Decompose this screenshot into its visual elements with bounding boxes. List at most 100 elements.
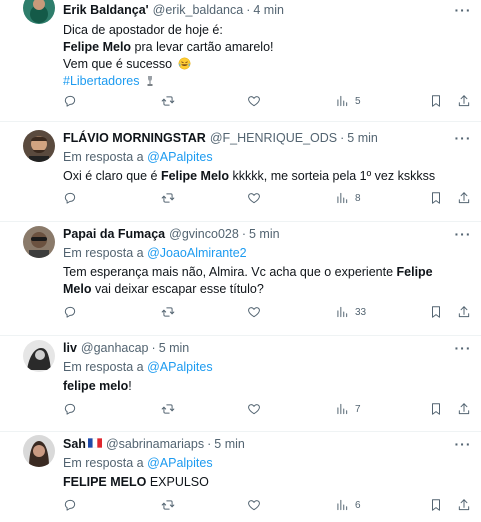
reply-icon	[63, 305, 77, 319]
reply-prefix: Em resposta a	[63, 360, 144, 374]
more-icon[interactable]: ···	[453, 227, 473, 244]
user-handle[interactable]: @gvinco028	[169, 226, 239, 242]
bookmark-button[interactable]	[429, 303, 443, 321]
reply-handle-link[interactable]: @JoaoAlmirante2	[147, 246, 247, 260]
reply-handle-link[interactable]: @APalpites	[147, 456, 213, 470]
views-button[interactable]: 8	[335, 189, 361, 207]
user-handle[interactable]: @F_HENRIQUE_ODS	[210, 130, 337, 146]
avatar[interactable]	[23, 226, 55, 258]
separator-dot: ·	[340, 131, 345, 145]
reply-prefix: Em resposta a	[63, 456, 144, 470]
reply-button[interactable]	[63, 400, 77, 418]
tweet-text-after: vai deixar escapar esse título?	[91, 282, 264, 296]
bold-mention: Felipe Melo	[63, 40, 132, 54]
like-button[interactable]	[247, 92, 261, 110]
tweet-actions: 8	[63, 189, 481, 207]
views-button[interactable]: 7	[335, 400, 361, 418]
retweet-button[interactable]	[161, 189, 175, 207]
views-button[interactable]: 33	[335, 303, 366, 321]
share-button[interactable]	[457, 496, 471, 514]
tweet[interactable]: liv @ganhacap · 5 min Em resposta a @APa…	[0, 336, 481, 432]
tweet-line: Dica de apostador de hoje é:	[63, 23, 223, 37]
like-button[interactable]	[247, 189, 261, 207]
bookmark-button[interactable]	[429, 400, 443, 418]
bookmark-icon	[429, 402, 443, 416]
reply-button[interactable]	[63, 496, 77, 514]
tweet-line-text: pra levar cartão amarelo!	[131, 40, 274, 54]
separator-dot: ·	[207, 437, 212, 451]
retweet-button[interactable]	[161, 400, 175, 418]
like-button[interactable]	[247, 496, 261, 514]
views-count: 8	[355, 192, 361, 204]
share-icon	[457, 94, 471, 108]
tweet-line: #Libertadores	[63, 73, 471, 90]
tweet-actions: 7	[63, 400, 481, 418]
tweet[interactable]: Erik Baldança' @erik_baldanca · 4 min Di…	[0, 0, 481, 122]
tweet[interactable]: Sah @sabrinamariaps · 5 min Em resposta …	[0, 432, 481, 522]
tweet-text-after: EXPULSO	[146, 475, 209, 489]
tweet-line: Vem que é sucesso	[63, 56, 471, 73]
reply-context: Em resposta a @APalpites	[63, 455, 471, 471]
tweet-actions: 5	[63, 92, 481, 110]
avatar[interactable]	[23, 130, 55, 162]
reply-button[interactable]	[63, 303, 77, 321]
display-name[interactable]: Papai da Fumaça	[63, 226, 165, 242]
bookmark-button[interactable]	[429, 92, 443, 110]
user-handle[interactable]: @ganhacap	[81, 340, 149, 356]
share-button[interactable]	[457, 400, 471, 418]
reply-handle-link[interactable]: @APalpites	[147, 150, 213, 164]
retweet-button[interactable]	[161, 303, 175, 321]
like-icon	[247, 94, 261, 108]
like-icon	[247, 305, 261, 319]
display-name[interactable]: FLÁVIO MORNINGSTAR	[63, 130, 206, 146]
display-name[interactable]: liv	[63, 340, 77, 356]
bookmark-icon	[429, 94, 443, 108]
tweet[interactable]: FLÁVIO MORNINGSTAR @F_HENRIQUE_ODS · 5 m…	[0, 122, 481, 222]
like-icon	[247, 191, 261, 205]
avatar[interactable]	[23, 0, 55, 24]
timestamp[interactable]: 5 min	[249, 226, 280, 242]
tweet[interactable]: Papai da Fumaça @gvinco028 · 5 min Em re…	[0, 222, 481, 336]
more-icon[interactable]: ···	[453, 3, 473, 20]
bookmark-button[interactable]	[429, 496, 443, 514]
share-button[interactable]	[457, 189, 471, 207]
user-handle[interactable]: @sabrinamariaps	[106, 436, 204, 452]
share-button[interactable]	[457, 303, 471, 321]
reply-icon	[63, 94, 77, 108]
more-icon[interactable]: ···	[453, 437, 473, 454]
display-name[interactable]: Erik Baldança'	[63, 2, 149, 18]
tweet-line-text: Vem que é sucesso	[63, 57, 173, 71]
share-icon	[457, 498, 471, 512]
timestamp[interactable]: 5 min	[159, 340, 190, 356]
reply-context: Em resposta a @APalpites	[63, 149, 471, 165]
retweet-button[interactable]	[161, 496, 175, 514]
reply-handle-link[interactable]: @APalpites	[147, 360, 213, 374]
more-icon[interactable]: ···	[453, 341, 473, 358]
reply-icon	[63, 498, 77, 512]
views-button[interactable]: 6	[335, 496, 361, 514]
retweet-icon	[161, 94, 175, 108]
timestamp[interactable]: 4 min	[253, 2, 284, 18]
hashtag-link[interactable]: #Libertadores	[63, 74, 139, 88]
more-icon[interactable]: ···	[453, 131, 473, 148]
share-button[interactable]	[457, 92, 471, 110]
share-icon	[457, 305, 471, 319]
bookmark-button[interactable]	[429, 189, 443, 207]
retweet-button[interactable]	[161, 92, 175, 110]
reply-button[interactable]	[63, 92, 77, 110]
avatar[interactable]	[23, 340, 55, 372]
timestamp[interactable]: 5 min	[214, 436, 245, 452]
timestamp[interactable]: 5 min	[347, 130, 378, 146]
like-button[interactable]	[247, 303, 261, 321]
trophy-icon	[147, 76, 153, 86]
display-name[interactable]: Sah	[63, 436, 86, 452]
like-button[interactable]	[247, 400, 261, 418]
views-button[interactable]: 5	[335, 92, 361, 110]
avatar[interactable]	[23, 435, 55, 467]
retweet-icon	[161, 498, 175, 512]
bookmark-icon	[429, 191, 443, 205]
user-handle[interactable]: @erik_baldanca	[153, 2, 244, 18]
retweet-icon	[161, 402, 175, 416]
like-icon	[247, 498, 261, 512]
reply-button[interactable]	[63, 189, 77, 207]
